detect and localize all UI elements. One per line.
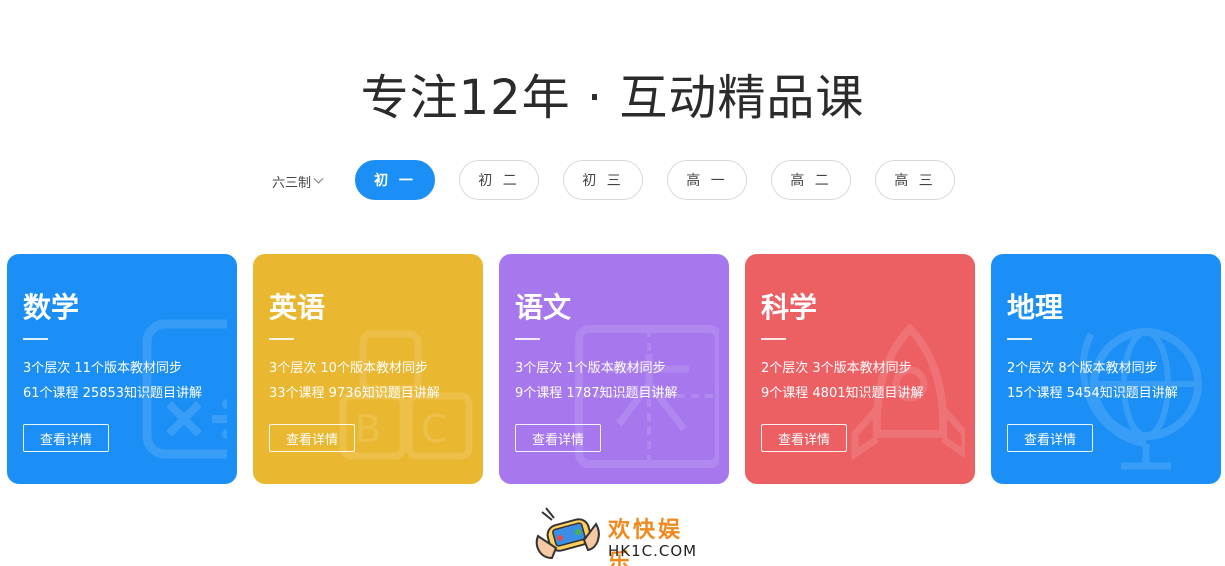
- card-stats-line1: 3个层次 1个版本教材同步: [515, 361, 666, 376]
- school-system-dropdown[interactable]: 六三制: [272, 172, 324, 191]
- card-stats-line2: 33个课程 9736知识题目讲解: [269, 386, 440, 401]
- grade-tab-1[interactable]: 初 一: [355, 160, 435, 200]
- course-card-chinese[interactable]: 语文 3个层次 1个版本教材同步 9个课程 1787知识题目讲解 查看详情: [499, 254, 729, 484]
- card-divider: [761, 338, 786, 340]
- svg-text:C: C: [421, 407, 448, 451]
- brand-name-en: HK1C.COM: [608, 542, 698, 560]
- course-card-english[interactable]: B C 英语 3个层次 10个版本教材同步 33个课程 9736知识题目讲解 查…: [253, 254, 483, 484]
- card-divider: [1007, 338, 1032, 340]
- grade-tab-5[interactable]: 高 二: [771, 160, 851, 200]
- card-divider: [269, 338, 294, 340]
- site-logo: 欢快娱乐 HK1C.COM: [532, 504, 702, 566]
- svg-text:B: B: [355, 407, 381, 451]
- view-details-button[interactable]: 查看详情: [23, 424, 109, 452]
- card-stats-line2: 61个课程 25853知识题目讲解: [23, 386, 203, 401]
- grade-tab-4[interactable]: 高 一: [667, 160, 747, 200]
- grade-tab-3[interactable]: 初 三: [563, 160, 643, 200]
- view-details-button[interactable]: 查看详情: [1007, 424, 1093, 452]
- course-card-math[interactable]: 数学 3个层次 11个版本教材同步 61个课程 25853知识题目讲解 查看详情: [7, 254, 237, 484]
- card-subject: 数学: [23, 291, 80, 324]
- card-stats-line1: 3个层次 10个版本教材同步: [269, 361, 428, 376]
- chevron-down-icon: [313, 173, 324, 184]
- card-subject: 英语: [269, 291, 326, 324]
- view-details-button[interactable]: 查看详情: [761, 424, 847, 452]
- card-subject: 地理: [1007, 291, 1064, 324]
- card-stats-line1: 3个层次 11个版本教材同步: [23, 361, 182, 376]
- card-stats-line2: 9个课程 4801知识题目讲解: [761, 386, 924, 401]
- card-subject: 语文: [515, 291, 572, 324]
- page-title: 专注12年 · 互动精品课: [360, 70, 865, 126]
- grade-tab-6[interactable]: 高 三: [875, 160, 955, 200]
- card-stats-line2: 15个课程 5454知识题目讲解: [1007, 386, 1178, 401]
- card-stats-line2: 9个课程 1787知识题目讲解: [515, 386, 678, 401]
- grade-tab-2[interactable]: 初 二: [459, 160, 539, 200]
- course-card-geography[interactable]: 地理 2个层次 8个版本教材同步 15个课程 5454知识题目讲解 查看详情: [991, 254, 1221, 484]
- view-details-button[interactable]: 查看详情: [269, 424, 355, 452]
- card-subject: 科学: [761, 291, 818, 324]
- card-divider: [23, 338, 48, 340]
- card-stats-line1: 2个层次 3个版本教材同步: [761, 361, 912, 376]
- view-details-button[interactable]: 查看详情: [515, 424, 601, 452]
- card-divider: [515, 338, 540, 340]
- school-system-label: 六三制: [272, 175, 312, 191]
- gamepad-hands-icon: [535, 507, 600, 560]
- card-stats-line1: 2个层次 8个版本教材同步: [1007, 361, 1158, 376]
- course-card-science[interactable]: 科学 2个层次 3个版本教材同步 9个课程 4801知识题目讲解 查看详情: [745, 254, 975, 484]
